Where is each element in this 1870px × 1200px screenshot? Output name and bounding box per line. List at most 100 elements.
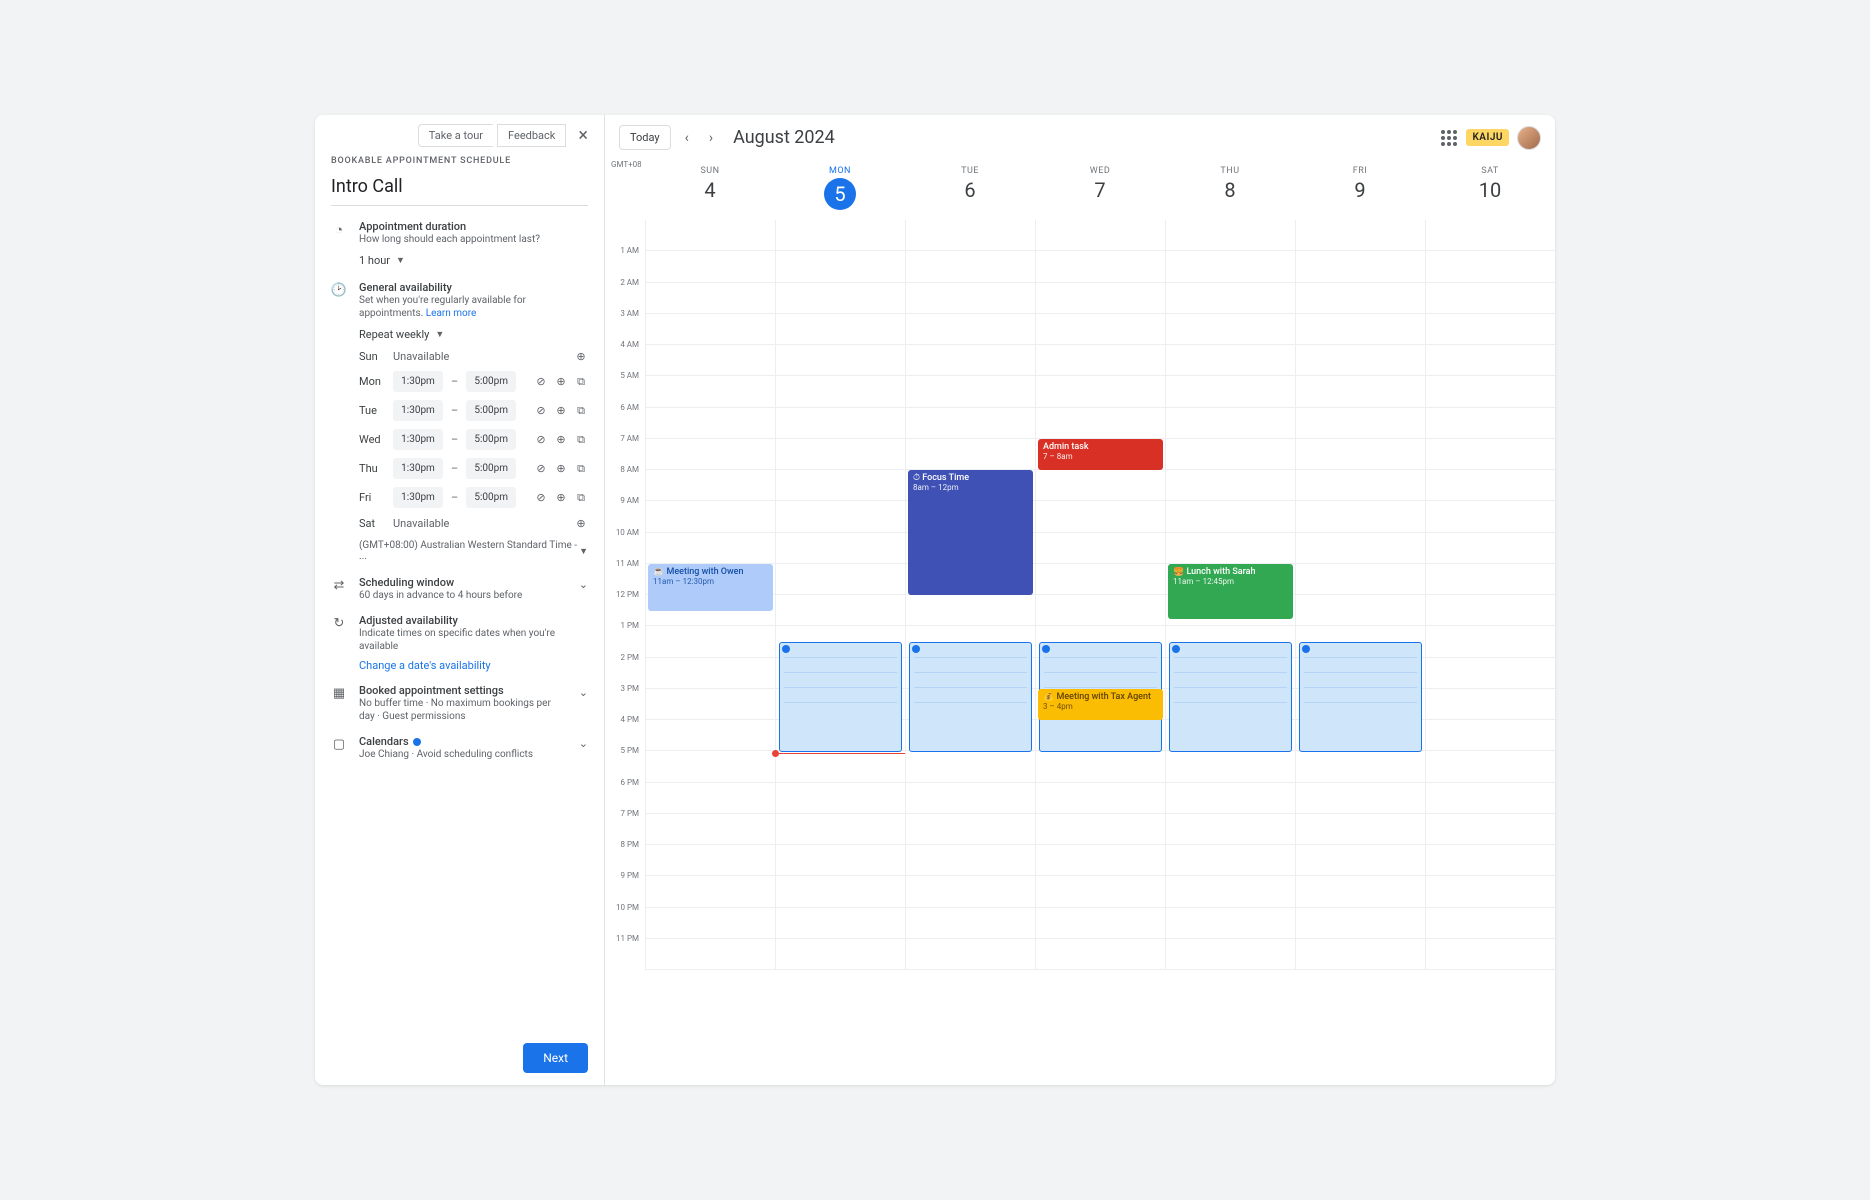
hour-label: 7 PM [605, 809, 645, 840]
day-header-9[interactable]: FRI9 [1295, 160, 1425, 220]
start-time-input[interactable]: 1:30pm [393, 429, 443, 450]
timezone-dropdown[interactable]: (GMT+08:00) Australian Western Standard … [359, 540, 588, 562]
add-interval-icon[interactable]: ⊕ [554, 375, 568, 389]
hour-label: 2 PM [605, 653, 645, 684]
availability-label: General availability [359, 281, 588, 294]
chevron-down-icon: ⌄ [579, 735, 588, 750]
workspace-badge: KAIJU [1466, 129, 1509, 146]
remove-interval-icon[interactable]: ⊘ [534, 375, 548, 389]
scheduling-window-section[interactable]: ⇄ Scheduling window 60 days in advance t… [331, 576, 588, 602]
hour-label: 10 AM [605, 528, 645, 559]
calendar-event[interactable]: 🍔 Lunch with Sarah11am – 12:45pm [1168, 564, 1293, 619]
hour-label: 4 PM [605, 715, 645, 746]
calendar-main: Today ‹ › August 2024 KAIJU GMT+08 SUN4M… [605, 115, 1555, 1085]
copy-interval-icon[interactable]: ⧉ [574, 433, 588, 447]
calendar-check-icon: ▦ [331, 684, 347, 701]
availability-row-fri: Fri1:30pm–5:00pm⊘⊕⧉ [359, 487, 588, 508]
repeat-dropdown[interactable]: Repeat weekly▼ [359, 328, 444, 341]
hour-label: 2 AM [605, 278, 645, 309]
calendar-event[interactable]: ⏱ Focus Time8am – 12pm [908, 470, 1033, 595]
hour-label: 8 AM [605, 465, 645, 496]
now-indicator [776, 753, 905, 754]
day-column[interactable] [1425, 220, 1555, 970]
day-header-5[interactable]: MON5 [775, 160, 905, 220]
duration-dropdown[interactable]: 1 hour▼ [359, 254, 405, 267]
calendar-event[interactable]: ☕ Meeting with Owen11am – 12:30pm [648, 564, 773, 611]
appointment-slot-block[interactable] [779, 642, 902, 752]
day-header-6[interactable]: TUE6 [905, 160, 1035, 220]
start-time-input[interactable]: 1:30pm [393, 371, 443, 392]
learn-more-link[interactable]: Learn more [426, 308, 477, 319]
hour-label: 1 AM [605, 246, 645, 277]
copy-interval-icon[interactable]: ⧉ [574, 375, 588, 389]
add-interval-icon[interactable]: ⊕ [554, 491, 568, 505]
close-icon[interactable]: × [570, 121, 596, 150]
day-header-4[interactable]: SUN4 [645, 160, 775, 220]
apps-icon[interactable] [1440, 129, 1458, 147]
remove-interval-icon[interactable]: ⊘ [534, 433, 548, 447]
add-interval-icon[interactable]: ⊕ [554, 462, 568, 476]
adjusted-availability-section[interactable]: ↻ Adjusted availability Indicate times o… [331, 614, 588, 672]
add-interval-icon[interactable]: ⊕ [554, 433, 568, 447]
day-header-10[interactable]: SAT10 [1425, 160, 1555, 220]
remove-interval-icon[interactable]: ⊘ [534, 404, 548, 418]
end-time-input[interactable]: 5:00pm [466, 429, 516, 450]
hour-label: 11 PM [605, 934, 645, 965]
hour-label: 6 PM [605, 778, 645, 809]
feedback-button[interactable]: Feedback [497, 124, 566, 147]
day-header-7[interactable]: WED7 [1035, 160, 1165, 220]
avatar[interactable] [1517, 126, 1541, 150]
hour-label: 7 AM [605, 434, 645, 465]
calendars-section[interactable]: ▢ Calendars Joe Chiang · Avoid schedulin… [331, 735, 588, 761]
next-week-button[interactable]: › [703, 126, 719, 150]
hour-label: 3 PM [605, 684, 645, 715]
day-column[interactable]: ☕ Meeting with Owen11am – 12:30pm [645, 220, 775, 970]
start-time-input[interactable]: 1:30pm [393, 487, 443, 508]
today-button[interactable]: Today [619, 125, 671, 150]
hour-label: 9 PM [605, 871, 645, 902]
calendar-event[interactable]: 💰 Meeting with Tax Agent3 – 4pm [1038, 689, 1163, 720]
day-column[interactable]: ⏱ Focus Time8am – 12pm [905, 220, 1035, 970]
end-time-input[interactable]: 5:00pm [466, 371, 516, 392]
duration-label: Appointment duration [359, 220, 588, 233]
copy-interval-icon[interactable]: ⧉ [574, 491, 588, 505]
add-interval-icon[interactable]: ⊕ [574, 349, 588, 363]
appointment-slot-block[interactable] [1169, 642, 1292, 752]
add-interval-icon[interactable]: ⊕ [554, 404, 568, 418]
hour-label: 4 AM [605, 340, 645, 371]
calendar-event[interactable]: Admin task7 – 8am [1038, 439, 1163, 470]
copy-interval-icon[interactable]: ⧉ [574, 462, 588, 476]
start-time-input[interactable]: 1:30pm [393, 458, 443, 479]
booked-settings-section[interactable]: ▦ Booked appointment settings No buffer … [331, 684, 588, 723]
day-header-8[interactable]: THU8 [1165, 160, 1295, 220]
add-interval-icon[interactable]: ⊕ [574, 516, 588, 530]
remove-interval-icon[interactable]: ⊘ [534, 462, 548, 476]
end-time-input[interactable]: 5:00pm [466, 458, 516, 479]
end-time-input[interactable]: 5:00pm [466, 400, 516, 421]
availability-row-wed: Wed1:30pm–5:00pm⊘⊕⧉ [359, 429, 588, 450]
availability-row-sun: SunUnavailable⊕ [359, 349, 588, 363]
schedule-title-input[interactable] [331, 172, 588, 206]
next-button[interactable]: Next [523, 1043, 588, 1073]
appointment-slot-block[interactable] [909, 642, 1032, 752]
calendar-color-dot [413, 738, 421, 746]
change-date-link[interactable]: Change a date's availability [359, 659, 588, 672]
eyebrow-label: BOOKABLE APPOINTMENT SCHEDULE [331, 156, 588, 166]
day-column[interactable] [1295, 220, 1425, 970]
clock-icon: 🕑 [331, 281, 347, 562]
remove-interval-icon[interactable]: ⊘ [534, 491, 548, 505]
prev-week-button[interactable]: ‹ [679, 126, 695, 150]
day-column[interactable]: Admin task7 – 8am 💰 Meeting with Tax Agen… [1035, 220, 1165, 970]
hour-label: 5 AM [605, 371, 645, 402]
day-column[interactable] [775, 220, 905, 970]
appointment-slot-block[interactable] [1299, 642, 1422, 752]
take-tour-button[interactable]: Take a tour [418, 124, 493, 147]
hour-label: 9 AM [605, 496, 645, 527]
copy-interval-icon[interactable]: ⧉ [574, 404, 588, 418]
end-time-input[interactable]: 5:00pm [466, 487, 516, 508]
availability-row-sat: SatUnavailable⊕ [359, 516, 588, 530]
hour-label: 3 AM [605, 309, 645, 340]
start-time-input[interactable]: 1:30pm [393, 400, 443, 421]
day-column[interactable]: 🍔 Lunch with Sarah11am – 12:45pm [1165, 220, 1295, 970]
swap-icon: ⇄ [331, 576, 347, 593]
